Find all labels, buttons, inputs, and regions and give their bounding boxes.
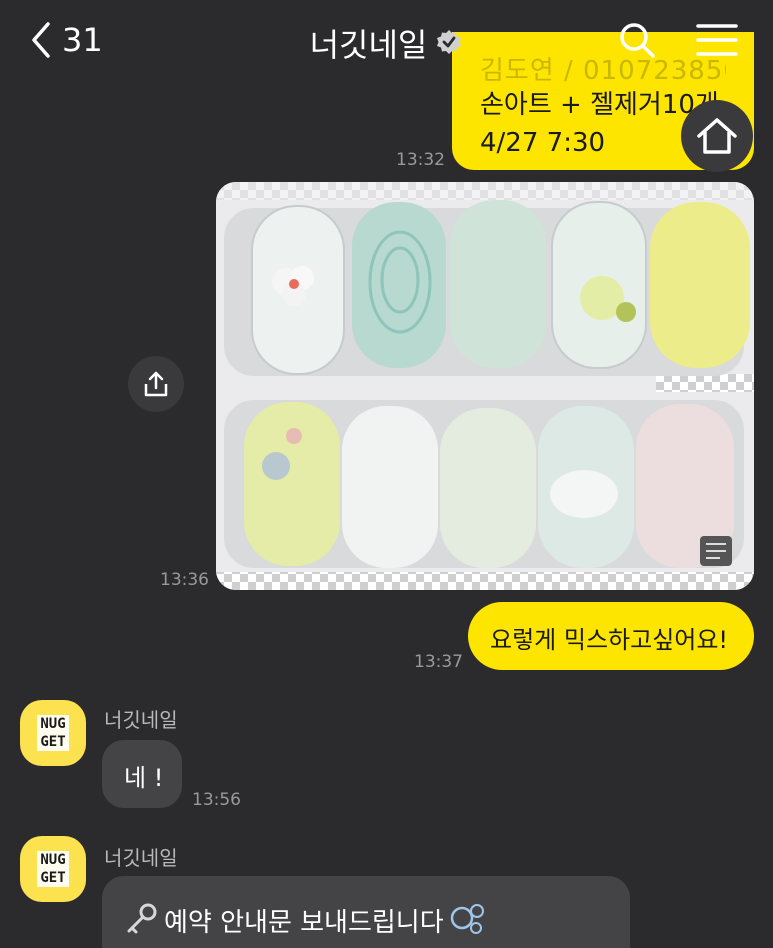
- their-message-bubble[interactable]: 예약 안내문 보내드립니다: [102, 876, 630, 948]
- home-button[interactable]: [681, 100, 753, 172]
- sender-name: 너깃네일: [104, 846, 178, 870]
- my-message-bubble[interactable]: 요렇게 믹스하고싶어요!: [468, 602, 754, 670]
- message-time: 13:37: [414, 652, 463, 672]
- chat-title-text: 너깃네일: [309, 26, 428, 64]
- nail-tips-illustration: [216, 182, 754, 590]
- message-time: 13:32: [396, 150, 445, 170]
- menu-icon[interactable]: [696, 22, 738, 58]
- message-text: 네 !: [124, 764, 164, 792]
- search-icon[interactable]: [617, 20, 657, 60]
- sender-name: 너깃네일: [104, 708, 178, 732]
- share-icon: [144, 371, 168, 397]
- verified-badge-icon: [437, 30, 462, 54]
- their-message-bubble[interactable]: 네 !: [102, 740, 182, 808]
- avatar[interactable]: NUG GET: [20, 700, 86, 766]
- avatar-text: NUG: [37, 851, 69, 869]
- message-time: 13:56: [192, 790, 241, 810]
- avatar-text: NUG: [37, 715, 69, 733]
- home-icon: [697, 118, 737, 154]
- avatar-text: GET: [37, 733, 69, 751]
- nail-photo-image[interactable]: [216, 182, 754, 590]
- share-button[interactable]: [128, 356, 184, 412]
- chat-title: 너깃네일: [0, 20, 773, 66]
- chat-header: 31 너깃네일: [0, 0, 773, 80]
- key-icon: [127, 903, 157, 934]
- avatar-text: GET: [37, 869, 69, 887]
- message-text: 요렇게 믹스하고싶어요!: [490, 626, 729, 654]
- avatar[interactable]: NUG GET: [20, 836, 86, 902]
- message-time: 13:36: [160, 570, 209, 590]
- message-text: 예약 안내문 보내드립니다: [164, 908, 444, 938]
- bubbles-icon: [450, 904, 484, 934]
